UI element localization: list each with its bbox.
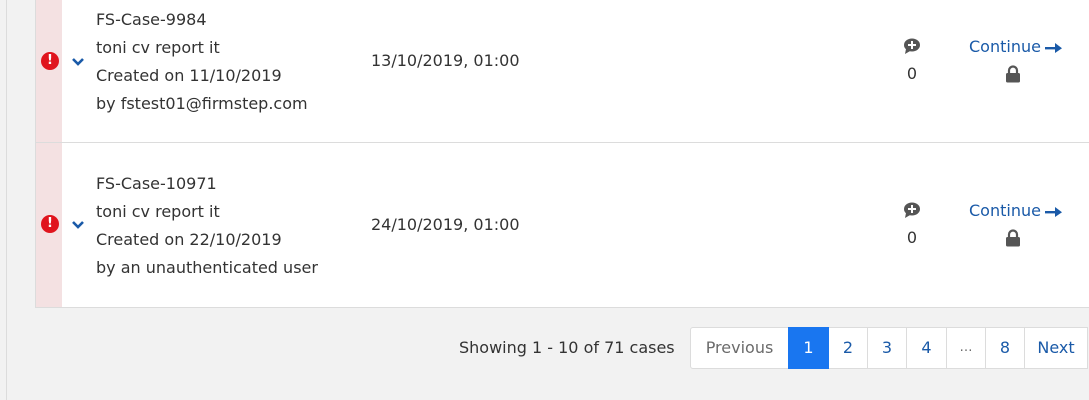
- case-created-by: by an unauthenticated user: [96, 258, 318, 277]
- comment-plus-icon[interactable]: [902, 201, 922, 219]
- case-title: toni cv report it: [96, 38, 220, 57]
- continue-link[interactable]: Continue: [969, 37, 1062, 57]
- previous-page-button[interactable]: Previous: [690, 327, 789, 369]
- page-ellipsis: …: [946, 327, 986, 369]
- continue-link[interactable]: Continue: [969, 201, 1062, 221]
- pagination: Previous 1 2 3 4 … 8 Next: [690, 327, 1088, 369]
- lock-icon: [1006, 65, 1020, 83]
- case-title: toni cv report it: [96, 202, 220, 221]
- page-4-button[interactable]: 4: [906, 327, 947, 369]
- page-8-button[interactable]: 8: [985, 327, 1025, 369]
- alert-circle-icon: !: [41, 215, 59, 233]
- arrow-right-icon: [1044, 42, 1062, 53]
- comment-count: 0: [906, 228, 918, 247]
- row-status-flag: [36, 0, 62, 142]
- case-due-date: 13/10/2019, 01:00: [371, 51, 520, 70]
- case-details: FS-Case-9984 toni cv report it Created o…: [96, 6, 308, 118]
- page-2-button[interactable]: 2: [828, 327, 868, 369]
- page-1-button[interactable]: 1: [788, 327, 829, 369]
- case-created-date: Created on 11/10/2019: [96, 66, 282, 85]
- page-3-button[interactable]: 3: [867, 327, 907, 369]
- comment-plus-icon[interactable]: [902, 37, 922, 55]
- comment-count: 0: [906, 64, 918, 83]
- page-frame-border: [6, 0, 7, 400]
- results-summary: Showing 1 - 10 of 71 cases: [459, 338, 675, 357]
- next-page-button[interactable]: Next: [1024, 327, 1088, 369]
- continue-label: Continue: [969, 201, 1041, 220]
- case-id: FS-Case-9984: [96, 10, 207, 29]
- case-id: FS-Case-10971: [96, 174, 217, 193]
- arrow-right-icon: [1044, 206, 1062, 217]
- chevron-down-icon[interactable]: [71, 57, 85, 67]
- alert-circle-icon: !: [41, 52, 59, 70]
- continue-label: Continue: [969, 37, 1041, 56]
- case-created-by: by fstest01@firmstep.com: [96, 94, 308, 113]
- case-list: ! FS-Case-9984 toni cv report it Created…: [35, 0, 1089, 308]
- case-due-date: 24/10/2019, 01:00: [371, 215, 520, 234]
- case-created-date: Created on 22/10/2019: [96, 230, 282, 249]
- case-row[interactable]: ! FS-Case-9984 toni cv report it Created…: [36, 0, 1089, 143]
- chevron-down-icon[interactable]: [71, 220, 85, 230]
- case-row[interactable]: ! FS-Case-10971 toni cv report it Create…: [36, 143, 1089, 307]
- lock-icon: [1006, 229, 1020, 247]
- case-details: FS-Case-10971 toni cv report it Created …: [96, 170, 318, 282]
